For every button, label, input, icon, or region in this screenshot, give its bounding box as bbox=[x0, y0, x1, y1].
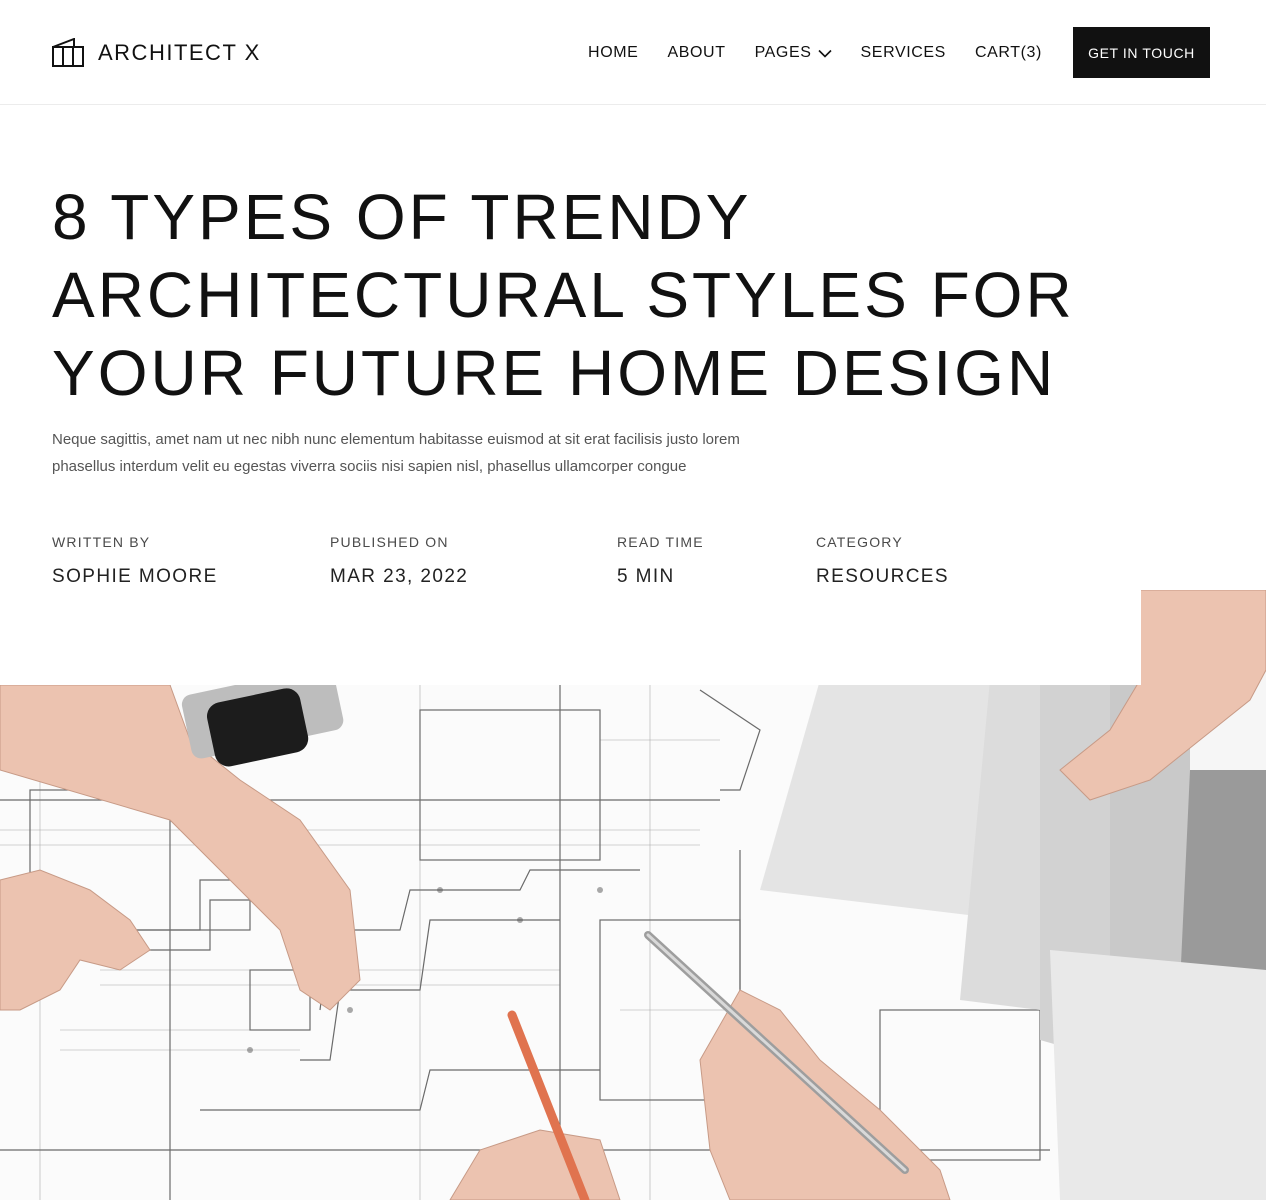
meta-author-value: SOPHIE MOORE bbox=[52, 566, 218, 587]
meta-read-time-value: 5 MIN bbox=[617, 566, 675, 587]
nav-services[interactable]: SERVICES bbox=[861, 44, 946, 62]
lead-line-1: Neque sagittis, amet nam ut nec nibh nun… bbox=[52, 431, 740, 448]
meta-published-label: PUBLISHED ON bbox=[330, 534, 449, 550]
meta-category-label: CATEGORY bbox=[816, 534, 903, 550]
nav-cart-label: CART(3) bbox=[974, 44, 1042, 61]
nav-pages-dropdown[interactable]: PAGES bbox=[755, 44, 832, 62]
meta-author: WRITTEN BY SOPHIE MOORE bbox=[52, 534, 218, 588]
title-line-2: ARCHITECTURAL STYLES FOR bbox=[52, 259, 1075, 331]
main-nav: HOME ABOUT PAGES SERVICES CART(3) bbox=[588, 40, 1042, 66]
brand-logo[interactable]: ARCHITECT X bbox=[52, 38, 261, 68]
get-in-touch-button[interactable]: GET IN TOUCH bbox=[1073, 27, 1210, 78]
meta-published-value: MAR 23, 2022 bbox=[330, 566, 469, 587]
brand-name: ARCHITECT X bbox=[98, 40, 261, 65]
nav-about[interactable]: ABOUT bbox=[667, 44, 725, 62]
meta-author-label: WRITTEN BY bbox=[52, 534, 151, 550]
nav-services-label: SERVICES bbox=[860, 44, 946, 61]
nav-cart[interactable]: CART(3) bbox=[975, 44, 1042, 62]
meta-published: PUBLISHED ON MAR 23, 2022 bbox=[330, 534, 468, 588]
meta-read-time: READ TIME 5 MIN bbox=[617, 534, 704, 588]
meta-category: CATEGORY RESOURCES bbox=[816, 534, 949, 588]
article-lead: Neque sagittis, amet nam ut nec nibh nun… bbox=[52, 426, 812, 480]
building-icon bbox=[52, 38, 84, 67]
meta-category-value: RESOURCES bbox=[816, 566, 949, 587]
article-title: 8 TYPES OF TRENDY ARCHITECTURAL STYLES F… bbox=[52, 178, 1152, 412]
nav-about-label: ABOUT bbox=[667, 44, 726, 61]
title-line-3: YOUR FUTURE HOME DESIGN bbox=[52, 337, 1057, 409]
nav-pages-label: PAGES bbox=[754, 44, 812, 61]
title-line-1: 8 TYPES OF TRENDY bbox=[52, 181, 752, 253]
site-header: ARCHITECT X HOME ABOUT PAGES SERVICES CA… bbox=[0, 0, 1266, 105]
lead-line-2: phasellus interdum velit eu egestas vive… bbox=[52, 458, 687, 475]
image-notch-cover bbox=[0, 590, 1141, 685]
nav-home-label: HOME bbox=[588, 44, 639, 61]
meta-read-time-label: READ TIME bbox=[617, 534, 704, 550]
chevron-down-icon bbox=[817, 49, 832, 58]
nav-home[interactable]: HOME bbox=[588, 44, 638, 62]
